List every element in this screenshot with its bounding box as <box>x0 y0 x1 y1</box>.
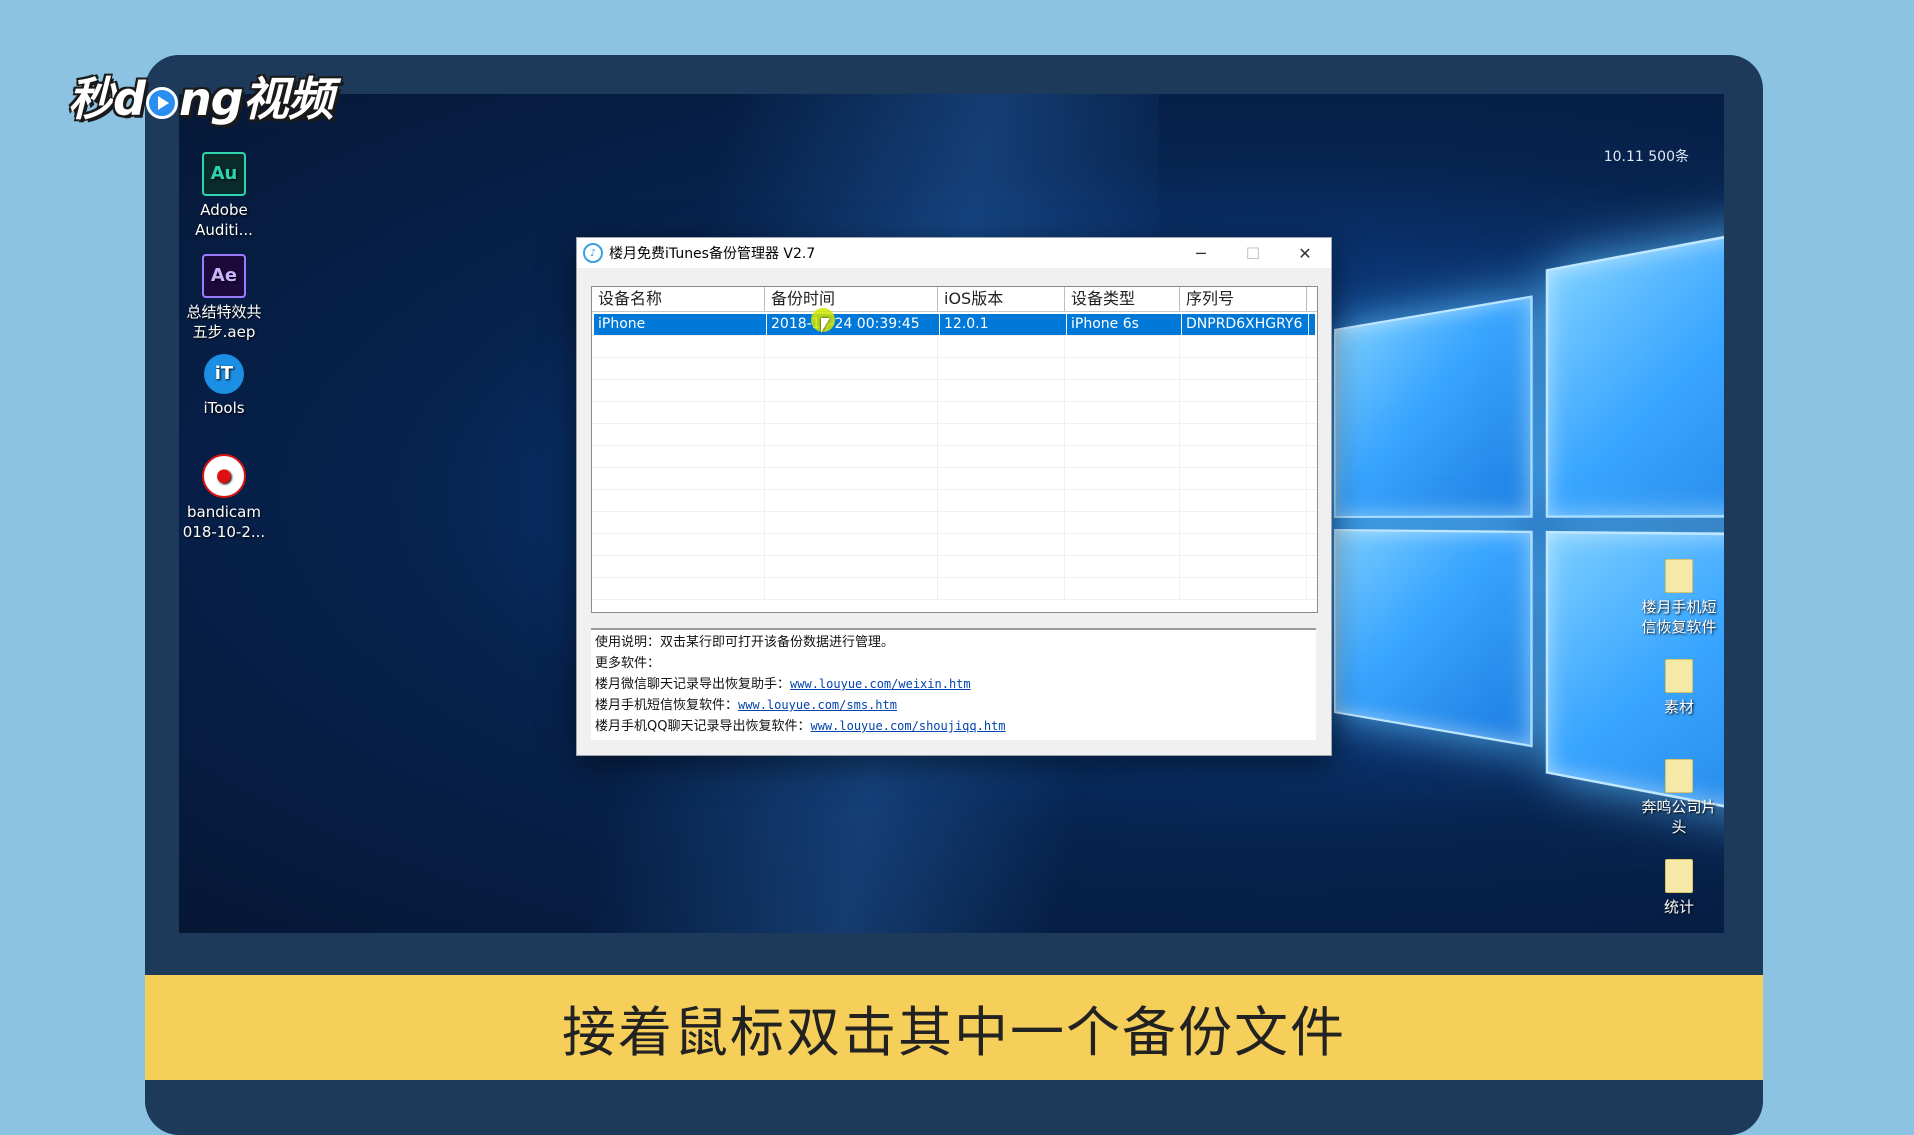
info-line-qq: 楼月手机QQ聊天记录导出恢复软件：www.louyue.com/shoujiqq… <box>595 719 1006 734</box>
more-software-label: 更多软件： <box>595 656 661 671</box>
desktop-icon-itools[interactable]: iT iTools <box>179 354 269 418</box>
file-icon <box>1665 759 1693 793</box>
window-title: 楼月免费iTunes备份管理器 V2.7 <box>609 246 816 262</box>
windows-logo-wallpaper <box>1334 202 1724 842</box>
itools-icon: iT <box>204 354 244 394</box>
maximize-button[interactable]: ☐ <box>1227 238 1279 268</box>
window-titlebar[interactable]: ♪ 楼月免费iTunes备份管理器 V2.7 ─ ☐ ✕ <box>577 238 1331 268</box>
minimize-button[interactable]: ─ <box>1175 238 1227 268</box>
table-header: 设备名称 备份时间 iOS版本 设备类型 序列号 <box>592 287 1317 312</box>
cell-device-type: iPhone 6s <box>1067 314 1182 335</box>
desktop-icon-label: bandicam <box>187 503 261 521</box>
desktop-icon-materials[interactable]: 素材 <box>1634 659 1724 717</box>
qq-link[interactable]: www.louyue.com/shoujiqq.htm <box>810 719 1005 733</box>
desktop-icon-label: Adobe <box>200 201 248 219</box>
itunes-backup-manager-window[interactable]: ♪ 楼月免费iTunes备份管理器 V2.7 ─ ☐ ✕ 设备名称 备份时间 i… <box>576 237 1332 756</box>
sms-link[interactable]: www.louyue.com/sms.htm <box>738 698 897 712</box>
desktop-icon-label: 素材 <box>1663 698 1694 716</box>
desktop-icon-label: 五步.aep <box>192 323 256 341</box>
after-effects-icon: Ae <box>202 254 246 298</box>
file-icon <box>1665 859 1693 893</box>
desktop-icon-label: 总结特效共 <box>186 303 262 321</box>
desktop-icon-bandicam[interactable]: ● bandicam 018-10-2... <box>179 454 269 542</box>
desktop-icon-sms-recovery[interactable]: 楼月手机短 信恢复软件 <box>1634 559 1724 637</box>
watermark-logo: 秒d ng视频 <box>68 72 334 126</box>
desktop-icon-label: 头 <box>1671 818 1687 836</box>
column-header-backup-time[interactable]: 备份时间 <box>765 287 938 311</box>
desktop-icon-label: 018-10-2... <box>182 523 266 541</box>
info-line-wechat: 楼月微信聊天记录导出恢复助手：www.louyue.com/weixin.htm <box>595 677 971 692</box>
wechat-link[interactable]: www.louyue.com/weixin.htm <box>790 677 971 691</box>
desktop-icon-label: iTools <box>203 399 245 417</box>
subtitle-bar: 接着鼠标双击其中一个备份文件 <box>145 975 1763 1080</box>
usage-text: 使用说明：双击某行即可打开该备份数据进行管理。 <box>595 635 895 650</box>
bandicam-video-icon: ● <box>202 454 246 498</box>
tray-text: 10.11 500条 <box>1603 149 1689 165</box>
desktop-icon-label: 楼月手机短 <box>1641 598 1717 616</box>
adobe-audition-icon: Au <box>202 152 246 196</box>
file-icon <box>1665 559 1693 593</box>
cell-serial: DNPRD6XHGRY6 <box>1182 314 1309 335</box>
file-icon <box>1665 659 1693 693</box>
desktop-icon-aep-file[interactable]: Ae 总结特效共 五步.aep <box>179 254 269 342</box>
desktop-icon-adobe-audition[interactable]: Au Adobe Auditi... <box>179 152 269 240</box>
desktop-icon-label: 信恢复软件 <box>1641 618 1717 636</box>
desktop-icon-label: Auditi... <box>195 221 253 239</box>
desktop-icon-statistics[interactable]: 统计 <box>1634 859 1724 917</box>
desktop-icon-company-intro[interactable]: 奔鸣公司片 头 <box>1634 759 1724 837</box>
desktop-icon-label: 统计 <box>1663 898 1694 916</box>
column-header-device-name[interactable]: 设备名称 <box>592 287 765 311</box>
play-icon <box>145 86 178 119</box>
info-line-sms: 楼月手机短信恢复软件：www.louyue.com/sms.htm <box>595 698 897 713</box>
close-button[interactable]: ✕ <box>1279 238 1331 268</box>
info-panel: 使用说明：双击某行即可打开该备份数据进行管理。 更多软件： 楼月微信聊天记录导出… <box>591 628 1316 740</box>
mouse-cursor-icon <box>811 308 835 332</box>
cell-ios-version: 12.0.1 <box>940 314 1067 335</box>
column-header-device-type[interactable]: 设备类型 <box>1065 287 1180 311</box>
cell-device-name: iPhone <box>594 314 767 335</box>
subtitle-text: 接着鼠标双击其中一个备份文件 <box>562 1001 1346 1064</box>
music-note-icon: ♪ <box>583 243 603 263</box>
table-row[interactable]: iPhone 2018-10-24 00:39:45 12.0.1 iPhone… <box>594 314 1315 336</box>
column-header-serial[interactable]: 序列号 <box>1180 287 1307 311</box>
desktop-icon-label: 奔鸣公司片 <box>1641 798 1717 816</box>
column-header-ios-version[interactable]: iOS版本 <box>938 287 1065 311</box>
backup-list-table[interactable]: 设备名称 备份时间 iOS版本 设备类型 序列号 iPhone 2018-10-… <box>591 286 1318 613</box>
cell-backup-time: 2018-10-24 00:39:45 <box>767 314 940 335</box>
